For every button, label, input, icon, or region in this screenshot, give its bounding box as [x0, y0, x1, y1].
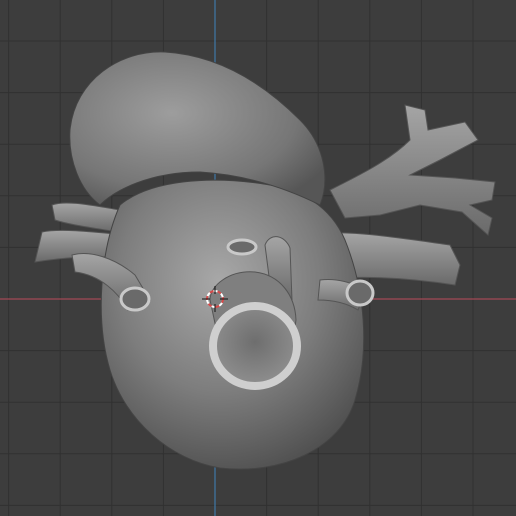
vessel-opening-right [345, 279, 375, 307]
viewport-scene[interactable] [0, 0, 516, 516]
aorta-opening [209, 302, 301, 390]
3d-viewport[interactable] [0, 0, 516, 516]
left-pulmonary-vessel [51, 202, 121, 233]
vessel-opening-top [226, 238, 258, 256]
vessel-opening-left [119, 286, 151, 312]
heart-model[interactable] [34, 51, 496, 470]
pulmonary-branch-right [329, 104, 496, 236]
